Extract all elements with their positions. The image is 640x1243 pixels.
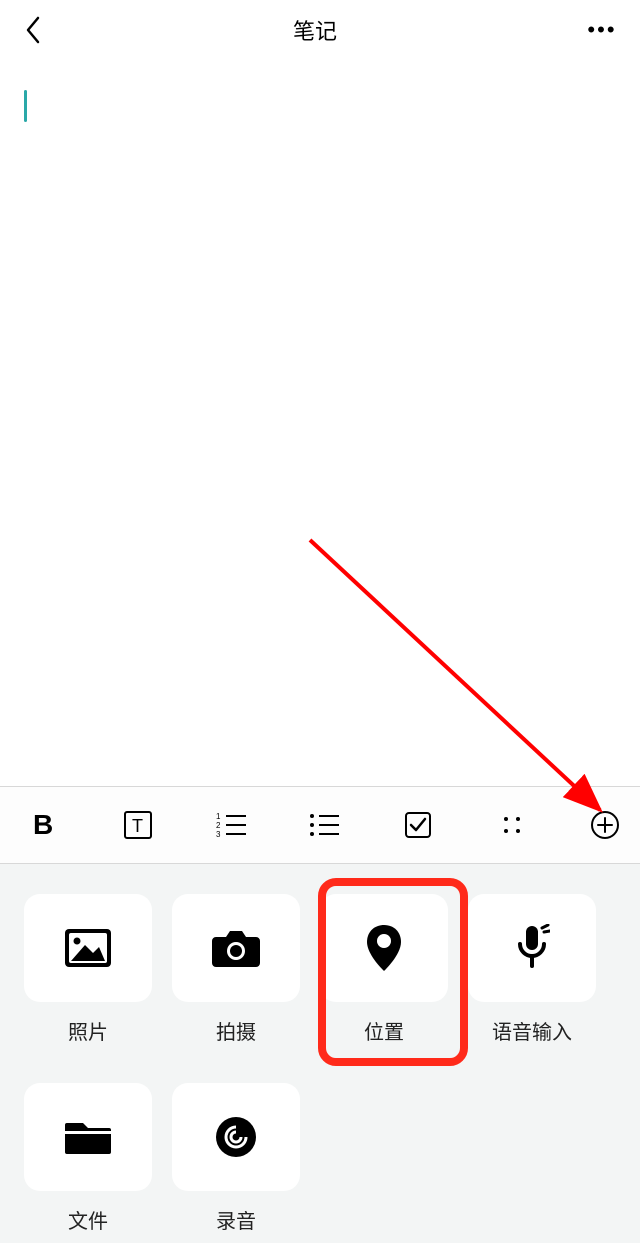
- checkbox-icon: [404, 811, 432, 839]
- bold-icon: B: [31, 810, 59, 840]
- text-style-button[interactable]: T: [117, 804, 159, 846]
- insert-location[interactable]: 位置: [320, 894, 448, 1045]
- insert-photo[interactable]: 照片: [24, 894, 152, 1045]
- text-cursor: [24, 90, 27, 122]
- camera-icon: [210, 927, 262, 969]
- svg-text:2: 2: [216, 821, 221, 830]
- photo-label: 照片: [68, 1016, 108, 1045]
- checkbox-button[interactable]: [397, 804, 439, 846]
- header: 笔记 •••: [0, 0, 640, 60]
- location-icon: [364, 923, 404, 973]
- add-button[interactable]: [584, 804, 626, 846]
- svg-text:T: T: [132, 816, 143, 836]
- page-title: 笔记: [293, 14, 337, 46]
- more-button[interactable]: •••: [582, 15, 622, 45]
- text-style-icon: T: [123, 810, 153, 840]
- svg-text:1: 1: [216, 812, 221, 821]
- folder-icon: [63, 1117, 113, 1157]
- numbered-list-icon: 1 2 3: [216, 812, 248, 838]
- voice-icon-box: [468, 894, 596, 1002]
- plus-circle-icon: [590, 810, 620, 840]
- record-icon: [214, 1115, 258, 1159]
- format-toolbar: B T 1 2 3: [0, 786, 640, 864]
- file-icon-box: [24, 1083, 152, 1191]
- dots-icon: [500, 813, 524, 837]
- bullet-list-icon: [309, 812, 341, 838]
- insert-panel: 照片 拍摄 位置: [0, 864, 640, 1243]
- numbered-list-button[interactable]: 1 2 3: [211, 804, 253, 846]
- note-editor[interactable]: [0, 60, 640, 152]
- svg-text:B: B: [33, 810, 53, 840]
- microphone-icon: [514, 924, 550, 972]
- insert-voice[interactable]: 语音输入: [468, 894, 596, 1045]
- location-icon-box: [320, 894, 448, 1002]
- camera-icon-box: [172, 894, 300, 1002]
- insert-grid: 照片 拍摄 位置: [24, 894, 616, 1234]
- back-button[interactable]: [18, 15, 48, 45]
- photo-icon: [63, 927, 113, 969]
- location-label: 位置: [364, 1016, 404, 1045]
- record-icon-box: [172, 1083, 300, 1191]
- bullet-list-button[interactable]: [304, 804, 346, 846]
- voice-label: 语音输入: [492, 1016, 572, 1045]
- insert-file[interactable]: 文件: [24, 1083, 152, 1234]
- insert-record[interactable]: 录音: [172, 1083, 300, 1234]
- bold-button[interactable]: B: [24, 804, 66, 846]
- record-label: 录音: [216, 1205, 256, 1234]
- more-format-button[interactable]: [491, 804, 533, 846]
- file-label: 文件: [68, 1205, 108, 1234]
- photo-icon-box: [24, 894, 152, 1002]
- insert-camera[interactable]: 拍摄: [172, 894, 300, 1045]
- chevron-left-icon: [24, 16, 42, 44]
- svg-text:3: 3: [216, 830, 221, 838]
- camera-label: 拍摄: [216, 1016, 256, 1045]
- more-icon: •••: [587, 17, 616, 43]
